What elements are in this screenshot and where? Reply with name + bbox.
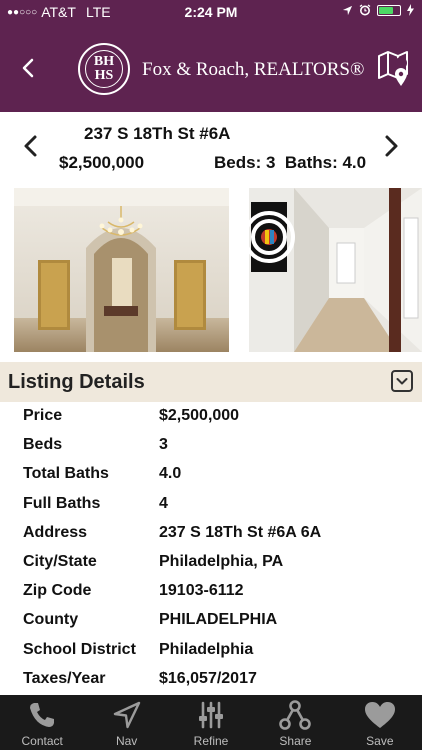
- listing-details-header[interactable]: Listing Details: [0, 362, 422, 402]
- detail-value: Philadelphia: [159, 640, 254, 658]
- detail-row-city-state: City/State Philadelphia, PA: [0, 548, 422, 577]
- sliders-icon: [199, 701, 224, 729]
- logo-text-bottom: HS: [94, 68, 114, 83]
- detail-value: PHILADELPHIA: [159, 611, 278, 629]
- listing-beds-baths: Beds: 3 Baths: 4.0: [214, 153, 367, 172]
- charging-icon: [407, 4, 414, 16]
- detail-value: 237 S 18Th St #6A 6A: [159, 523, 322, 541]
- tab-refine[interactable]: Refine: [169, 695, 253, 750]
- detail-value: $2,500,000: [159, 407, 240, 424]
- detail-value: Philadelphia, PA: [159, 552, 284, 570]
- tab-contact[interactable]: Contact: [0, 695, 84, 750]
- previous-listing-button[interactable]: [20, 132, 42, 160]
- tab-label: Save: [366, 734, 394, 748]
- detail-row-school-district: School District Philadelphia: [0, 636, 422, 665]
- status-bar: ●●○○○ AT&T LTE 2:24 PM: [0, 0, 422, 24]
- detail-row-county: County PHILADELPHIA: [0, 606, 422, 635]
- detail-row-address: Address 237 S 18Th St #6A 6A: [0, 519, 422, 548]
- chevron-down-icon: [396, 378, 408, 385]
- detail-row-zip-code: Zip Code 19103-6112: [0, 577, 422, 606]
- logo-text-top: BH: [93, 54, 115, 69]
- alarm-icon: [359, 4, 371, 16]
- brand-name: Fox & Roach, REALTORS®: [142, 59, 365, 80]
- detail-label: Taxes/Year: [23, 669, 106, 687]
- detail-value: 19103-6112: [159, 582, 244, 600]
- tab-label: Share: [279, 734, 312, 748]
- listing-photo-lobby[interactable]: [14, 188, 229, 352]
- detail-label: Beds: [23, 436, 63, 454]
- detail-value: $16,057/2017: [159, 669, 257, 687]
- bhhs-logo: BH HS: [78, 43, 130, 95]
- app-header: BH HS Fox & Roach, REALTORS®: [0, 24, 422, 112]
- tab-nav[interactable]: Nav: [84, 695, 168, 750]
- detail-label: City/State: [23, 552, 97, 570]
- detail-label: School District: [23, 640, 136, 658]
- next-listing-button[interactable]: [380, 132, 402, 160]
- detail-value: 3: [159, 436, 168, 454]
- tab-label: Refine: [193, 734, 229, 748]
- detail-label: Zip Code: [23, 582, 92, 600]
- detail-value: 4: [159, 494, 168, 512]
- map-pin-icon[interactable]: [376, 48, 412, 88]
- detail-value: 4.0: [159, 465, 182, 483]
- listing-price: $2,500,000: [59, 153, 145, 172]
- listing-details-title: Listing Details: [8, 371, 145, 393]
- heart-icon: [364, 702, 395, 728]
- detail-row-full-baths: Full Baths 4: [0, 490, 422, 519]
- phone-icon: [30, 703, 55, 727]
- listing-details-list: Price $2,500,000 Beds 3 Total Baths 4.0 …: [0, 402, 422, 694]
- tab-share[interactable]: Share: [253, 695, 337, 750]
- detail-label: Address: [23, 523, 88, 541]
- share-icon: [279, 700, 312, 730]
- detail-label: Full Baths: [23, 494, 101, 512]
- detail-label: Total Baths: [23, 465, 109, 483]
- detail-label: Price: [23, 407, 63, 424]
- detail-row-price: Price $2,500,000: [0, 402, 422, 431]
- back-button[interactable]: [16, 52, 40, 84]
- tab-save[interactable]: Save: [338, 695, 422, 750]
- navigation-arrow-icon: [113, 701, 140, 729]
- tab-label: Nav: [115, 734, 138, 748]
- bottom-tab-bar: Contact Nav Refine Share Save: [0, 695, 422, 750]
- listing-address: 237 S 18Th St #6A: [84, 124, 231, 143]
- battery-icon: [377, 4, 401, 16]
- detail-row-beds: Beds 3: [0, 431, 422, 460]
- location-icon: [342, 5, 353, 15]
- status-right: [342, 4, 414, 16]
- detail-label: County: [23, 611, 79, 629]
- detail-row-taxes-year: Taxes/Year $16,057/2017: [0, 665, 422, 694]
- listing-photo-hallway[interactable]: [249, 188, 422, 352]
- listing-summary: 237 S 18Th St #6A $2,500,000 Beds: 3 Bat…: [0, 112, 422, 188]
- detail-row-total-baths: Total Baths 4.0: [0, 460, 422, 489]
- tab-label: Contact: [21, 734, 63, 748]
- collapse-button[interactable]: [391, 370, 413, 392]
